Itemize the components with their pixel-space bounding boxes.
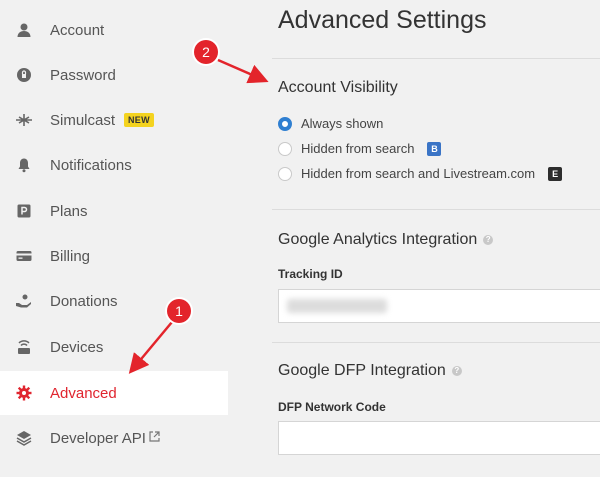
gear-icon xyxy=(14,383,34,403)
device-icon xyxy=(14,337,34,357)
user-icon xyxy=(14,20,34,40)
google-analytics-title: Google Analytics Integration? xyxy=(278,231,494,249)
radio-label: Hidden from search and Livestream.com xyxy=(301,166,536,181)
sidebar-item-label: Devices xyxy=(50,338,104,356)
sidebar-item-account[interactable]: Account xyxy=(0,8,228,52)
advanced-settings-panel: Advanced Settings Account Visibility Alw… xyxy=(240,0,600,477)
lock-icon xyxy=(14,65,34,85)
layers-icon xyxy=(14,428,34,448)
account-visibility-title: Account Visibility xyxy=(278,79,398,96)
sidebar-item-label: Password xyxy=(50,66,116,84)
radio-label: Hidden from search xyxy=(301,141,415,156)
radio-hidden-from-search-livestream[interactable]: Hidden from search and Livestream.com E xyxy=(278,166,563,181)
google-dfp-title: Google DFP Integration? xyxy=(278,362,462,380)
external-link-icon xyxy=(149,429,160,447)
radio-indicator[interactable] xyxy=(278,166,292,181)
sidebar-item-devices[interactable]: Devices xyxy=(0,325,228,369)
bell-icon xyxy=(14,155,34,175)
sidebar-item-label: Simulcast xyxy=(50,111,116,129)
annotation-marker-2: 2 xyxy=(194,40,218,64)
settings-sidebar: Account Password Simulcast NEW Notificat… xyxy=(0,0,228,477)
radio-selected-indicator[interactable] xyxy=(278,116,292,131)
tracking-id-label: Tracking ID xyxy=(278,267,343,281)
plans-icon xyxy=(14,201,34,221)
sidebar-item-notifications[interactable]: Notifications xyxy=(0,143,228,187)
sidebar-item-label: Billing xyxy=(50,247,91,265)
divider xyxy=(272,342,600,343)
radio-hidden-from-search[interactable]: Hidden from search B xyxy=(278,141,442,156)
divider xyxy=(272,209,600,210)
dfp-network-code-input[interactable] xyxy=(278,421,600,455)
credit-card-icon xyxy=(14,246,34,266)
page-title: Advanced Settings xyxy=(278,6,487,34)
sidebar-item-label: Account xyxy=(50,21,105,39)
plan-tag-e: E xyxy=(548,166,563,181)
donation-hand-icon xyxy=(14,291,34,311)
plan-tag-b: B xyxy=(427,141,442,156)
dfp-network-code-label: DFP Network Code xyxy=(278,400,386,414)
new-badge: NEW xyxy=(124,113,154,127)
redacted-value xyxy=(287,299,387,313)
sidebar-item-label: Donations xyxy=(50,292,118,310)
divider xyxy=(272,58,600,59)
sidebar-item-label: Advanced xyxy=(50,384,117,402)
radio-always-shown[interactable]: Always shown xyxy=(278,116,383,131)
sidebar-item-advanced[interactable]: Advanced xyxy=(0,371,228,415)
sidebar-item-label: Plans xyxy=(50,202,88,220)
annotation-marker-1: 1 xyxy=(167,299,191,323)
sidebar-item-label: Notifications xyxy=(50,156,132,174)
sidebar-item-password[interactable]: Password xyxy=(0,53,228,97)
help-icon[interactable]: ? xyxy=(483,234,494,245)
sidebar-item-donations[interactable]: Donations xyxy=(0,279,228,323)
radio-indicator[interactable] xyxy=(278,141,292,156)
help-icon[interactable]: ? xyxy=(451,365,462,376)
broadcast-icon xyxy=(14,110,34,130)
sidebar-item-developer-api[interactable]: Developer API xyxy=(0,416,228,460)
tracking-id-input[interactable] xyxy=(278,289,600,323)
sidebar-item-label: Developer API xyxy=(50,429,146,447)
sidebar-item-plans[interactable]: Plans xyxy=(0,189,228,233)
sidebar-item-billing[interactable]: Billing xyxy=(0,234,228,278)
radio-label: Always shown xyxy=(301,116,384,131)
sidebar-item-simulcast[interactable]: Simulcast NEW xyxy=(0,98,228,142)
